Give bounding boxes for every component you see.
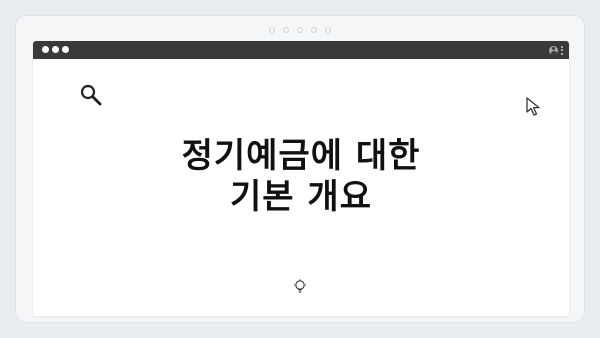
user-icon[interactable] xyxy=(549,45,558,55)
camera-dot xyxy=(297,27,303,33)
window-close-dot[interactable] xyxy=(42,46,49,53)
search-icon xyxy=(80,84,102,106)
slide-title-line-2: 기본 개요 xyxy=(230,177,372,217)
camera-dot xyxy=(269,27,275,33)
camera-dots xyxy=(16,27,584,33)
cursor-icon xyxy=(526,97,540,116)
titlebar-controls xyxy=(549,44,563,56)
slide-title: 정기예금에 대한 기본 개요 xyxy=(33,136,569,218)
window-titlebar xyxy=(33,41,569,59)
window-maximize-dot[interactable] xyxy=(62,46,69,53)
browser-window: 정기예금에 대한 기본 개요 xyxy=(33,41,569,316)
camera-dot xyxy=(325,27,331,33)
lightbulb-icon xyxy=(294,279,306,293)
kebab-menu-icon[interactable] xyxy=(561,45,563,55)
slide-title-line-1: 정기예금에 대한 xyxy=(181,136,421,176)
camera-dot xyxy=(311,27,317,33)
window-minimize-dot[interactable] xyxy=(52,46,59,53)
slide-content: 정기예금에 대한 기본 개요 xyxy=(33,59,569,316)
camera-dot xyxy=(283,27,289,33)
